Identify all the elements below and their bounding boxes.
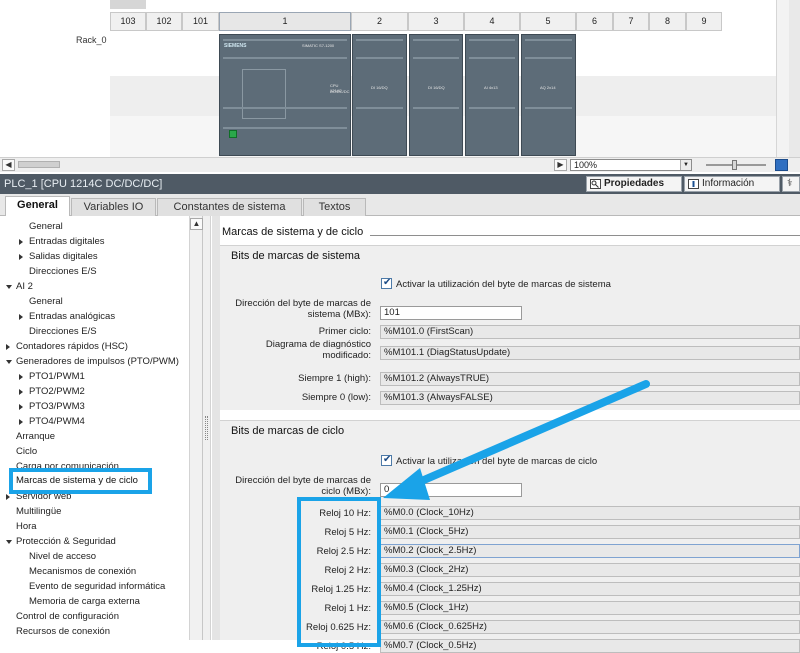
clock-bit-value[interactable]: %M0.7 (Clock_0.5Hz) bbox=[380, 639, 800, 653]
annotation-arrow-icon bbox=[383, 380, 650, 500]
